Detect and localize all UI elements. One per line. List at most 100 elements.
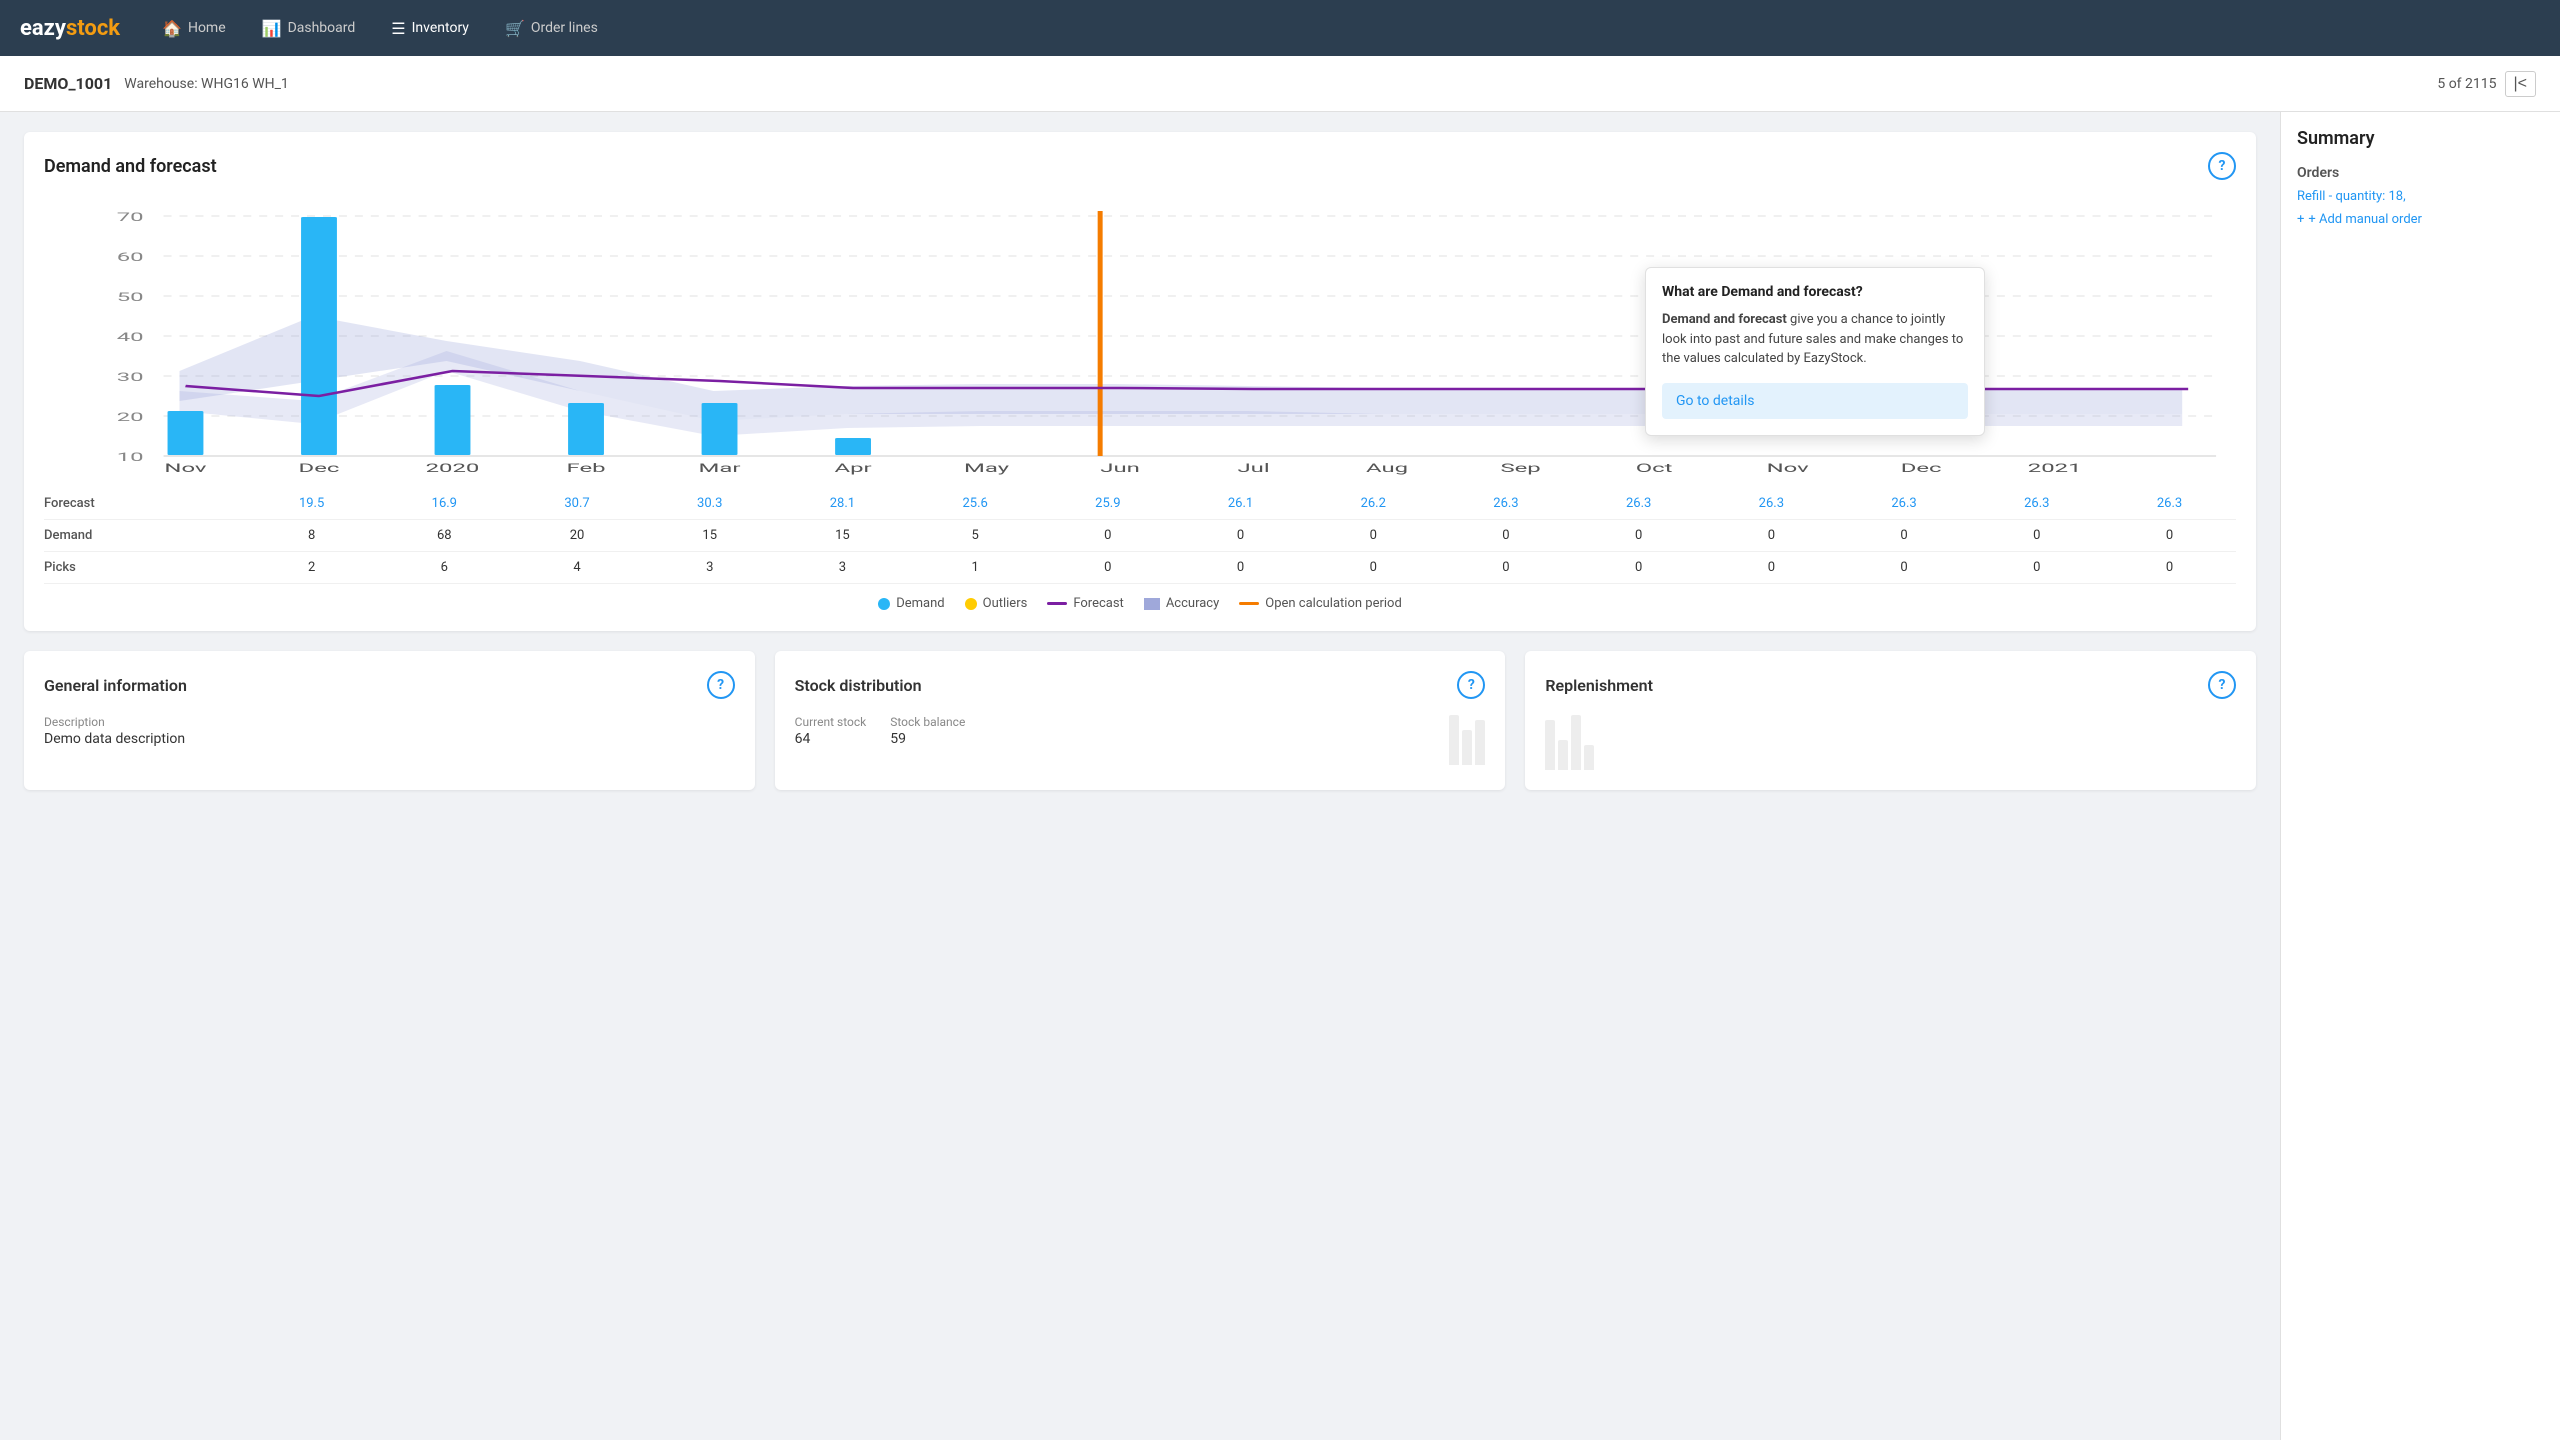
nav-prev-button[interactable]: |< [2505,71,2537,97]
svg-text:60: 60 [117,250,144,265]
row-label-demand: Demand [44,520,245,552]
card-header: Demand and forecast ? [44,152,2236,180]
legend-open-calc-line [1239,602,1259,605]
nav-inventory[interactable]: ☰ Inventory [377,13,483,44]
home-icon: 🏠 [162,19,182,38]
forecast-jun: 26.1 [1174,488,1307,520]
chart-legend: Demand Outliers Forecast Accuracy Open c… [44,596,2236,611]
svg-text:40: 40 [117,330,144,345]
demand-sep: 0 [1572,520,1705,552]
demand-may: 0 [1041,520,1174,552]
svg-text:2021: 2021 [2028,461,2082,476]
help-icon-replenishment[interactable]: ? [2208,671,2236,699]
replenishment-title-text: Replenishment [1545,676,1653,695]
dashboard-icon: 📊 [262,19,282,38]
svg-text:Sep: Sep [1500,461,1540,476]
demand-nov2: 0 [1838,520,1971,552]
nav-order-lines[interactable]: 🛒 Order lines [491,13,612,44]
picks-2020: 4 [511,552,644,584]
replenishment-card: Replenishment ? [1525,651,2256,790]
content-area: Demand and forecast ? 70 60 50 [0,112,2280,1440]
add-order-label: + Add manual order [2308,212,2422,227]
legend-accuracy-area [1144,598,1160,610]
breadcrumb-left: DEMO_1001 Warehouse: WHG16 WH_1 [24,74,289,93]
stock-balance-field: Stock balance 59 [890,715,965,747]
tooltip-body: Demand and forecast give you a chance to… [1662,310,1968,369]
nav-dashboard-label: Dashboard [288,20,356,36]
svg-text:Jun: Jun [1100,461,1140,476]
picks-dec2: 0 [1970,552,2103,584]
forecast-2020: 30.7 [511,488,644,520]
svg-text:50: 50 [117,290,144,305]
nav-inventory-label: Inventory [412,20,469,36]
legend-accuracy-label: Accuracy [1166,596,1219,611]
demand-dec: 68 [378,520,511,552]
svg-text:Mar: Mar [699,461,742,476]
stock-placeholder-chart [1449,715,1485,765]
stock-balance-value: 59 [890,731,965,747]
picks-jul: 0 [1307,552,1440,584]
stock-balance-label: Stock balance [890,715,965,729]
svg-text:Dec: Dec [299,461,340,476]
demand-jun: 0 [1174,520,1307,552]
pagination-count: 5 of 2115 [2437,76,2496,92]
svg-text:20: 20 [117,410,144,425]
picks-nov: 2 [245,552,378,584]
picks-apr: 1 [909,552,1042,584]
picks-dec: 6 [378,552,511,584]
legend-forecast: Forecast [1047,596,1123,611]
svg-text:Aug: Aug [1366,461,1408,476]
stock-distribution-title-text: Stock distribution [795,676,922,695]
help-icon-general[interactable]: ? [707,671,735,699]
forecast-sep: 26.3 [1572,488,1705,520]
svg-text:Feb: Feb [566,461,605,476]
add-manual-order-link[interactable]: + + Add manual order [2297,212,2544,227]
chart-title: Demand and forecast [44,156,217,177]
svg-text:May: May [964,461,1009,476]
demand-jul: 0 [1307,520,1440,552]
help-icon-stock[interactable]: ? [1457,671,1485,699]
picks-oct: 0 [1705,552,1838,584]
help-icon-demand[interactable]: ? [2208,152,2236,180]
description-field: Description Demo data description [44,715,735,747]
replenishment-placeholder-chart [1545,715,2236,770]
svg-text:Apr: Apr [834,461,872,476]
data-table: Forecast 19.5 16.9 30.7 30.3 28.1 25.6 2… [44,488,2236,584]
table-row-demand: Demand 8 68 20 15 15 5 0 0 0 0 0 0 0 [44,520,2236,552]
plus-icon: + [2297,212,2304,227]
svg-text:10: 10 [117,450,144,465]
forecast-2021: 26.3 [2103,488,2236,520]
breadcrumb-right: 5 of 2115 |< [2437,71,2536,97]
stock-distribution-card: Stock distribution ? Current stock 64 St… [775,651,1506,790]
main-layout: Demand and forecast ? 70 60 50 [0,112,2560,1440]
inventory-icon: ☰ [391,19,405,38]
forecast-mar: 28.1 [776,488,909,520]
current-stock-label: Current stock [795,715,867,729]
tooltip-popup: What are Demand and forecast? Demand and… [1645,267,1985,436]
demand-aug: 0 [1440,520,1573,552]
nav-home[interactable]: 🏠 Home [148,13,240,44]
nav-dashboard[interactable]: 📊 Dashboard [248,13,370,44]
forecast-aug: 26.3 [1440,488,1573,520]
picks-aug: 0 [1440,552,1573,584]
picks-2021: 0 [2103,552,2236,584]
refill-order-link[interactable]: Refill - quantity: 18, [2297,189,2544,204]
forecast-oct: 26.3 [1705,488,1838,520]
demand-apr: 5 [909,520,1042,552]
legend-accuracy: Accuracy [1144,596,1219,611]
demand-nov: 8 [245,520,378,552]
forecast-jul: 26.2 [1307,488,1440,520]
demand-mar: 15 [776,520,909,552]
general-info-title-text: General information [44,676,187,695]
picks-may: 0 [1041,552,1174,584]
forecast-dec2: 26.3 [1970,488,2103,520]
legend-outliers-dot [965,598,977,610]
order-lines-icon: 🛒 [505,19,525,38]
forecast-nov2: 26.3 [1838,488,1971,520]
brand-logo[interactable]: eazystock [20,16,120,41]
picks-feb: 3 [643,552,776,584]
svg-text:70: 70 [117,210,144,225]
tooltip-go-to-details-link[interactable]: Go to details [1662,383,1968,419]
navbar: eazystock 🏠 Home 📊 Dashboard ☰ Inventory… [0,0,2560,56]
table-row-picks: Picks 2 6 4 3 3 1 0 0 0 0 0 0 0 [44,552,2236,584]
